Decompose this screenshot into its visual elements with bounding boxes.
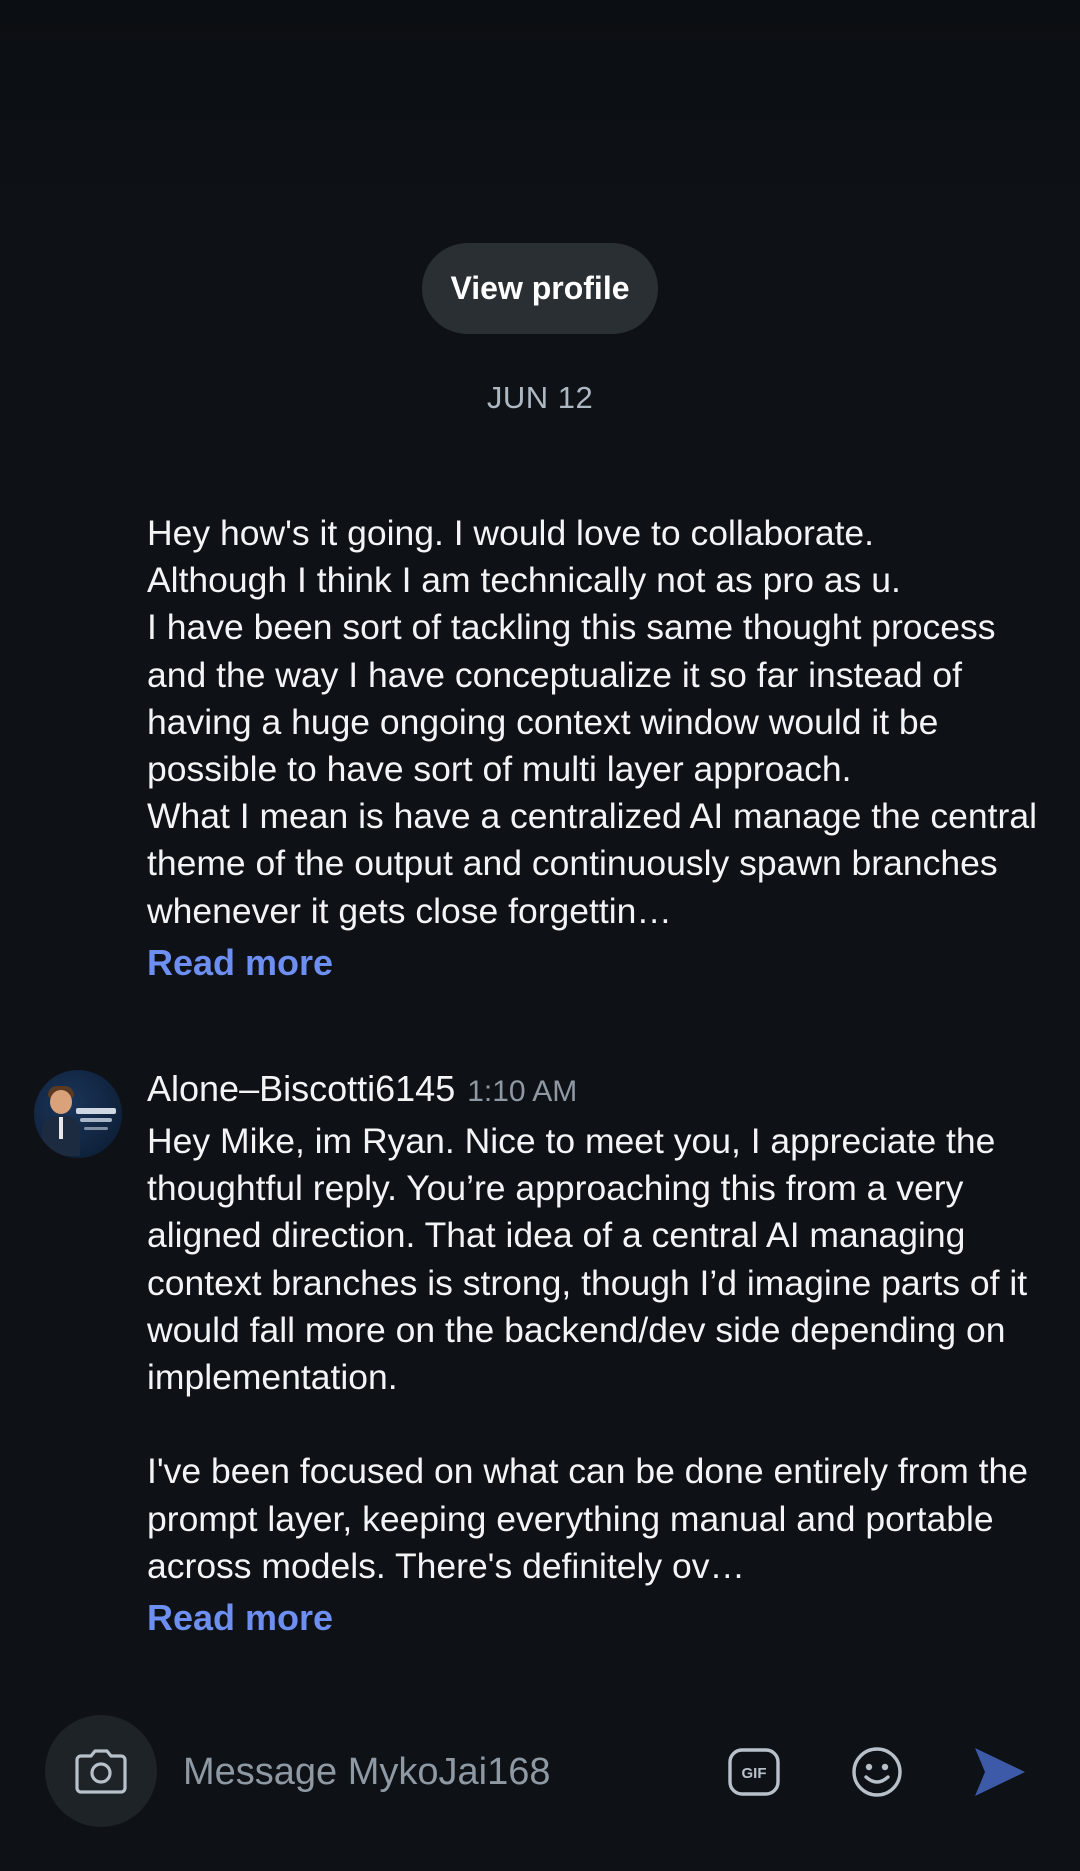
send-icon bbox=[975, 1748, 1025, 1796]
read-more-link[interactable]: Read more bbox=[147, 939, 1047, 986]
camera-icon bbox=[75, 1749, 127, 1794]
avatar-face bbox=[50, 1090, 72, 1114]
date-divider: JUN 12 bbox=[486, 380, 594, 415]
emoji-button[interactable] bbox=[845, 1740, 909, 1804]
message-body: Hey how's it going. I would love to coll… bbox=[147, 513, 1037, 931]
header-fade bbox=[0, 0, 1080, 230]
svg-text:GIF: GIF bbox=[742, 1765, 767, 1782]
avatar-logo-mark bbox=[76, 1108, 116, 1114]
message-header: Alone–Biscotti6145 1:10 AM bbox=[147, 1068, 1047, 1118]
gif-button[interactable]: GIF bbox=[722, 1740, 786, 1804]
message-composer: GIF bbox=[0, 1700, 1080, 1871]
message-item: Hey how's it going. I would love to coll… bbox=[147, 510, 1047, 986]
avatar-tie bbox=[59, 1117, 63, 1139]
avatar-logo-mark bbox=[84, 1127, 108, 1130]
read-more-link[interactable]: Read more bbox=[147, 1594, 1047, 1641]
camera-button[interactable] bbox=[45, 1715, 157, 1827]
emoji-icon bbox=[852, 1747, 902, 1797]
send-button[interactable] bbox=[968, 1740, 1032, 1804]
avatar-logo-mark bbox=[80, 1118, 112, 1122]
message-timestamp: 1:10 AM bbox=[467, 1075, 578, 1108]
message-input[interactable] bbox=[183, 1742, 683, 1802]
avatar[interactable] bbox=[34, 1070, 122, 1158]
message-body: Hey Mike, im Ryan. Nice to meet you, I a… bbox=[147, 1121, 1029, 1586]
view-profile-button[interactable]: View profile bbox=[422, 243, 658, 334]
message-item: Alone–Biscotti6145 1:10 AM Hey Mike, im … bbox=[147, 1068, 1047, 1641]
gif-icon: GIF bbox=[728, 1748, 780, 1796]
message-author[interactable]: Alone–Biscotti6145 bbox=[147, 1068, 455, 1110]
